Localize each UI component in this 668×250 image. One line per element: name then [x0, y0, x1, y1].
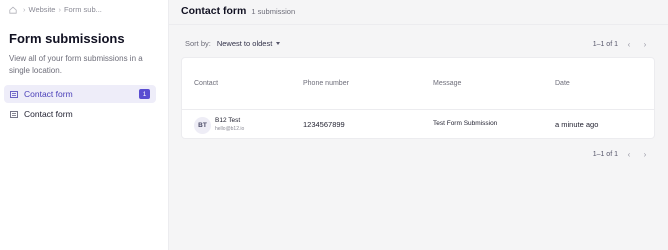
- avatar: BT: [194, 117, 211, 134]
- page-header: Contact form 1 submission: [181, 5, 295, 17]
- sidebar: › Website › Form sub... Form submissions…: [0, 0, 169, 250]
- column-header-message: Message: [433, 80, 462, 87]
- header-divider: [169, 24, 668, 25]
- breadcrumb-separator: ›: [23, 5, 26, 14]
- sidebar-title: Form submissions: [9, 31, 125, 46]
- sort-label: Sort by:: [185, 39, 211, 48]
- pagination-bottom: 1–1 of 1 ‹ ›: [593, 149, 650, 159]
- form-icon: [10, 90, 18, 98]
- phone-cell: 1234567899: [303, 120, 345, 129]
- sidebar-description: View all of your form submissions in a s…: [9, 54, 143, 75]
- count-badge: 1: [139, 89, 150, 99]
- breadcrumb-separator: ›: [58, 5, 61, 14]
- form-icon: [10, 110, 18, 118]
- breadcrumb: › Website › Form sub...: [9, 5, 102, 14]
- date-cell: a minute ago: [555, 120, 599, 129]
- sort-control: Sort by: Newest to oldest: [185, 39, 281, 48]
- chevron-down-icon: [276, 42, 281, 45]
- page-title: Contact form: [181, 5, 247, 17]
- chevron-right-icon[interactable]: ›: [640, 39, 650, 49]
- sidebar-item-contact-form-active[interactable]: Contact form 1: [4, 85, 156, 103]
- table-row[interactable]: BT B12 Test hello@b12.io 1234567899 Test…: [182, 110, 654, 139]
- chevron-left-icon[interactable]: ‹: [624, 149, 634, 159]
- home-icon[interactable]: [9, 6, 17, 14]
- breadcrumb-website[interactable]: Website: [29, 5, 56, 14]
- pagination-top: 1–1 of 1 ‹ ›: [593, 39, 650, 49]
- submission-count: 1 submission: [251, 7, 296, 16]
- sidebar-item-label: Contact form: [24, 89, 73, 99]
- sort-value: Newest to oldest: [216, 39, 273, 48]
- sidebar-item-contact-form[interactable]: Contact form: [4, 105, 156, 123]
- column-header-contact: Contact: [194, 80, 219, 87]
- contact-email: hello@b12.io: [215, 126, 245, 132]
- sidebar-item-label: Contact form: [24, 109, 73, 119]
- column-header-date: Date: [555, 80, 570, 87]
- message-cell: Test Form Submission: [433, 120, 498, 127]
- pagination-range: 1–1 of 1: [592, 40, 618, 48]
- pagination-range: 1–1 of 1: [592, 150, 618, 158]
- contact-name: B12 Test: [215, 117, 241, 124]
- chevron-right-icon[interactable]: ›: [640, 149, 650, 159]
- sort-dropdown[interactable]: Newest to oldest: [216, 39, 281, 48]
- chevron-left-icon[interactable]: ‹: [624, 39, 634, 49]
- breadcrumb-form-submissions[interactable]: Form sub...: [64, 5, 102, 14]
- column-header-phone: Phone number: [303, 80, 349, 87]
- submissions-table: Contact Phone number Message Date BT B12…: [181, 57, 655, 139]
